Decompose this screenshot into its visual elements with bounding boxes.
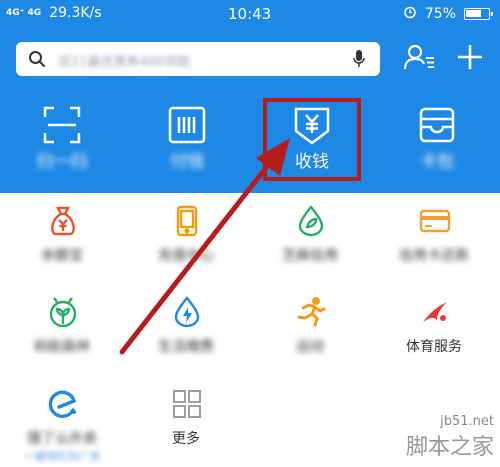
top-header: 4G⁺ 4G 29.3K/s 10:43 75% 双11最优惠券400领取 扫一… xyxy=(0,0,500,193)
bug-sprout-icon xyxy=(47,296,79,328)
app-ant-forest[interactable]: 蚂蚁森林 xyxy=(0,296,124,366)
app-label: 生活缴费 xyxy=(158,339,214,355)
app-sesame-credit[interactable]: 芝麻信用 xyxy=(248,205,372,275)
app-label: 芝麻信用 xyxy=(282,248,338,264)
alarm-icon xyxy=(403,5,417,23)
quick-action-label: 付钱 xyxy=(170,152,204,172)
add-button[interactable] xyxy=(452,42,488,76)
clock: 10:43 xyxy=(228,5,272,23)
plus-icon xyxy=(456,43,484,75)
contacts-button[interactable] xyxy=(402,42,438,76)
app-eleme[interactable]: 饿了么外卖 一键领红包广告 xyxy=(0,388,124,463)
app-label: 体育服务 xyxy=(406,339,462,355)
wallet-card-icon xyxy=(417,105,457,145)
quick-action-label: 扫一扫 xyxy=(36,152,88,172)
app-label: 蚂蚁森林 xyxy=(34,339,90,355)
credit-card-icon xyxy=(419,205,451,237)
search-icon xyxy=(28,50,46,72)
money-bag-icon xyxy=(47,205,79,237)
sports-icon xyxy=(419,296,451,328)
app-label: 余额宝 xyxy=(41,248,83,264)
app-sublabel: 一键领红包广告 xyxy=(23,450,101,463)
status-bar: 4G⁺ 4G 29.3K/s 10:43 75% xyxy=(0,0,500,28)
app-more[interactable]: 更多 xyxy=(124,388,248,458)
battery-icon xyxy=(464,8,493,20)
quick-action-pay[interactable]: 付钱 xyxy=(137,97,237,177)
network-indicator: 4G⁺ 4G xyxy=(6,7,42,18)
contacts-icon xyxy=(403,43,437,75)
search-input[interactable]: 双11最优惠券400领取 xyxy=(16,42,380,76)
eleme-icon xyxy=(47,388,79,420)
battery-percent: 75% xyxy=(424,6,456,22)
app-sports[interactable]: 运动 xyxy=(248,296,372,366)
app-yuebao[interactable]: 余额宝 xyxy=(0,205,124,275)
app-label: 运动 xyxy=(296,339,324,355)
search-placeholder: 双11最优惠券400领取 xyxy=(58,55,191,70)
app-recharge[interactable]: 充值中心 xyxy=(124,205,248,275)
drop-bolt-icon xyxy=(171,296,203,328)
grid-more-icon xyxy=(171,388,203,420)
leaf-drop-icon xyxy=(295,205,327,237)
watermark-name: 脚本之家 xyxy=(405,435,494,460)
watermark: jb51.net 脚本之家 xyxy=(406,414,494,461)
app-label: 更多 xyxy=(172,431,200,447)
app-label: 充值中心 xyxy=(158,248,214,264)
app-sports-service[interactable]: 体育服务 xyxy=(372,296,496,366)
app-label: 饿了么外卖 xyxy=(27,431,97,447)
watermark-site: jb51.net xyxy=(440,414,494,429)
microphone-icon[interactable] xyxy=(352,49,366,73)
phone-icon xyxy=(171,205,203,237)
scan-icon xyxy=(42,105,82,145)
quick-action-label: 卡包 xyxy=(420,152,454,172)
app-credit-card-repay[interactable]: 信用卡还款 xyxy=(372,205,496,275)
quick-action-card-wallet[interactable]: 卡包 xyxy=(387,97,487,177)
runner-icon xyxy=(295,296,327,328)
quick-action-scan[interactable]: 扫一扫 xyxy=(12,97,112,177)
app-utility-payment[interactable]: 生活缴费 xyxy=(124,296,248,366)
network-speed: 29.3K/s xyxy=(49,5,102,21)
barcode-icon xyxy=(167,105,207,145)
app-label: 信用卡还款 xyxy=(399,248,469,264)
highlight-box xyxy=(263,98,361,181)
